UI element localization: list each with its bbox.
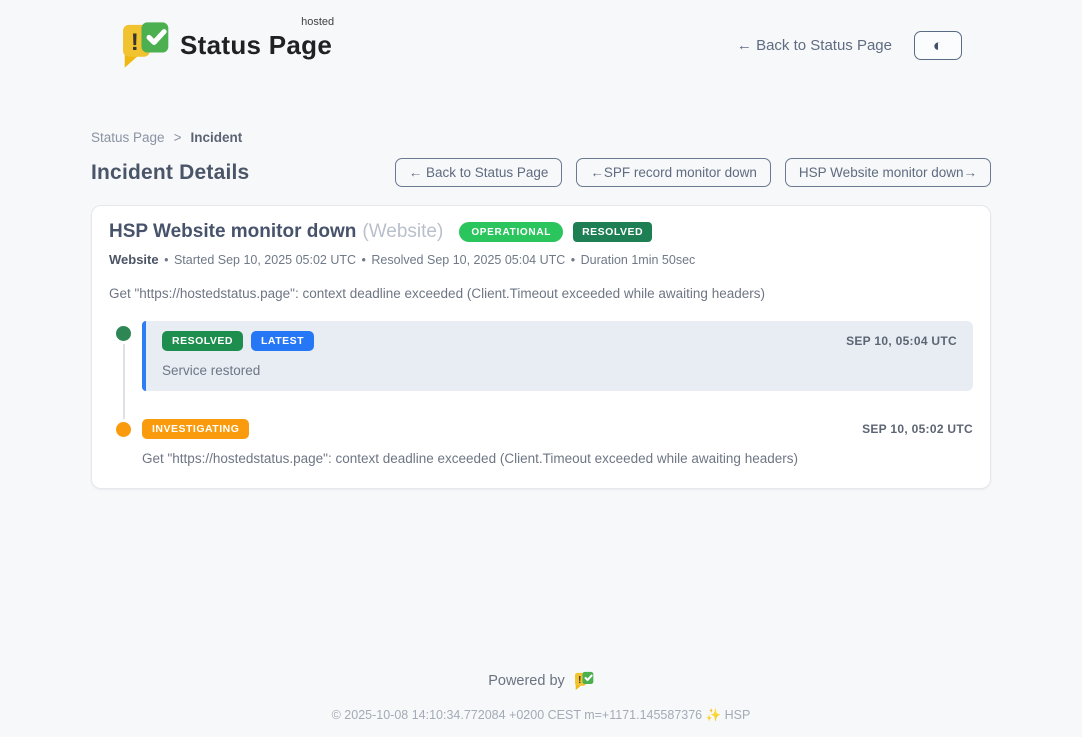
meta-service: Website bbox=[109, 252, 159, 267]
theme-toggle-button[interactable]: ◐ bbox=[914, 31, 962, 60]
statuspage-logo-icon-small: ! bbox=[573, 671, 594, 691]
powered-by-label: Powered by bbox=[488, 673, 565, 689]
next-incident-button[interactable]: HSP Website monitor down→ bbox=[785, 158, 991, 187]
footer: Powered by ! © 2025-10-08 14:10:34.77208… bbox=[0, 671, 1082, 723]
meta-started: Started Sep 10, 2025 05:02 UTC bbox=[174, 253, 356, 267]
investigating-dot-icon bbox=[116, 422, 131, 437]
incident-description: Get "https://hostedstatus.page": context… bbox=[109, 286, 973, 301]
main-content: Status Page > Incident Incident Details … bbox=[91, 130, 991, 489]
incident-timeline: RESOLVED LATEST SEP 10, 05:04 UTC Servic… bbox=[109, 321, 973, 466]
incident-meta: Website • Started Sep 10, 2025 05:02 UTC… bbox=[109, 252, 973, 267]
breadcrumb-status-page[interactable]: Status Page bbox=[91, 130, 165, 145]
copyright-text: © 2025-10-08 14:10:34.772084 +0200 CEST … bbox=[0, 708, 1082, 723]
prev-incident-button[interactable]: ←SPF record monitor down bbox=[576, 158, 771, 187]
meta-separator: • bbox=[362, 253, 366, 267]
timeline-entry-header: INVESTIGATING SEP 10, 05:02 UTC bbox=[142, 419, 973, 439]
statuspage-logo-icon: ! bbox=[118, 20, 170, 70]
resolved-dot-icon bbox=[116, 326, 131, 341]
incident-scope: (Website) bbox=[362, 221, 443, 243]
timeline-entry-header: RESOLVED LATEST SEP 10, 05:04 UTC bbox=[162, 331, 957, 351]
header: ! Status Page hosted ← Back to Status Pa… bbox=[0, 0, 1082, 74]
resolved-status-badge: RESOLVED bbox=[573, 222, 652, 242]
meta-resolved: Resolved Sep 10, 2025 05:04 UTC bbox=[371, 253, 565, 267]
powered-by-link[interactable]: Powered by ! bbox=[488, 671, 594, 691]
breadcrumb-separator: > bbox=[174, 130, 182, 145]
meta-separator: • bbox=[571, 253, 575, 267]
timeline-message: Get "https://hostedstatus.page": context… bbox=[142, 451, 973, 466]
timeline-badges: RESOLVED LATEST bbox=[162, 331, 314, 351]
breadcrumb-incident: Incident bbox=[190, 130, 242, 145]
breadcrumb: Status Page > Incident bbox=[91, 130, 991, 145]
half-circle-icon: ◐ bbox=[933, 37, 943, 54]
timeline-dot-wrap bbox=[109, 321, 142, 391]
timeline-latest-update-box: RESOLVED LATEST SEP 10, 05:04 UTC Servic… bbox=[142, 321, 973, 391]
incident-card: HSP Website monitor down (Website) OPERA… bbox=[91, 205, 991, 489]
incident-nav-buttons: ← Back to Status Page ←SPF record monito… bbox=[395, 158, 991, 187]
incident-card-header: HSP Website monitor down (Website) OPERA… bbox=[109, 221, 973, 243]
timeline-entry-resolved: RESOLVED LATEST SEP 10, 05:04 UTC Servic… bbox=[109, 321, 973, 391]
timeline-message: Service restored bbox=[162, 363, 957, 378]
meta-duration: Duration 1min 50sec bbox=[581, 253, 696, 267]
meta-separator: • bbox=[164, 253, 168, 267]
brand-logo[interactable]: ! Status Page hosted bbox=[118, 20, 332, 70]
header-actions: ← Back to Status Page ◐ bbox=[737, 31, 962, 60]
timeline-timestamp: SEP 10, 05:02 UTC bbox=[862, 422, 973, 436]
timeline-badges: INVESTIGATING bbox=[142, 419, 249, 439]
investigating-badge: INVESTIGATING bbox=[142, 419, 249, 439]
incident-title: HSP Website monitor down bbox=[109, 221, 356, 243]
brand-name: Status Page bbox=[180, 30, 332, 60]
timeline-entry-investigating: INVESTIGATING SEP 10, 05:02 UTC Get "htt… bbox=[109, 417, 973, 466]
svg-text:!: ! bbox=[578, 675, 581, 686]
resolved-badge: RESOLVED bbox=[162, 331, 243, 351]
svg-text:!: ! bbox=[131, 29, 139, 56]
back-to-status-page-button[interactable]: ← Back to Status Page bbox=[395, 158, 563, 187]
brand-text-wrap: Status Page hosted bbox=[180, 20, 332, 61]
timeline-dot-wrap bbox=[109, 417, 142, 466]
operational-status-badge: OPERATIONAL bbox=[459, 222, 563, 242]
timeline-entry-content: INVESTIGATING SEP 10, 05:02 UTC Get "htt… bbox=[142, 417, 973, 466]
header-back-link[interactable]: ← Back to Status Page bbox=[737, 37, 892, 54]
page-title: Incident Details bbox=[91, 161, 249, 185]
timeline-connector-line bbox=[123, 337, 125, 435]
brand-superscript: hosted bbox=[301, 16, 334, 28]
title-row: Incident Details ← Back to Status Page ←… bbox=[91, 158, 991, 187]
latest-badge: LATEST bbox=[251, 331, 314, 351]
timeline-timestamp: SEP 10, 05:04 UTC bbox=[846, 334, 957, 348]
